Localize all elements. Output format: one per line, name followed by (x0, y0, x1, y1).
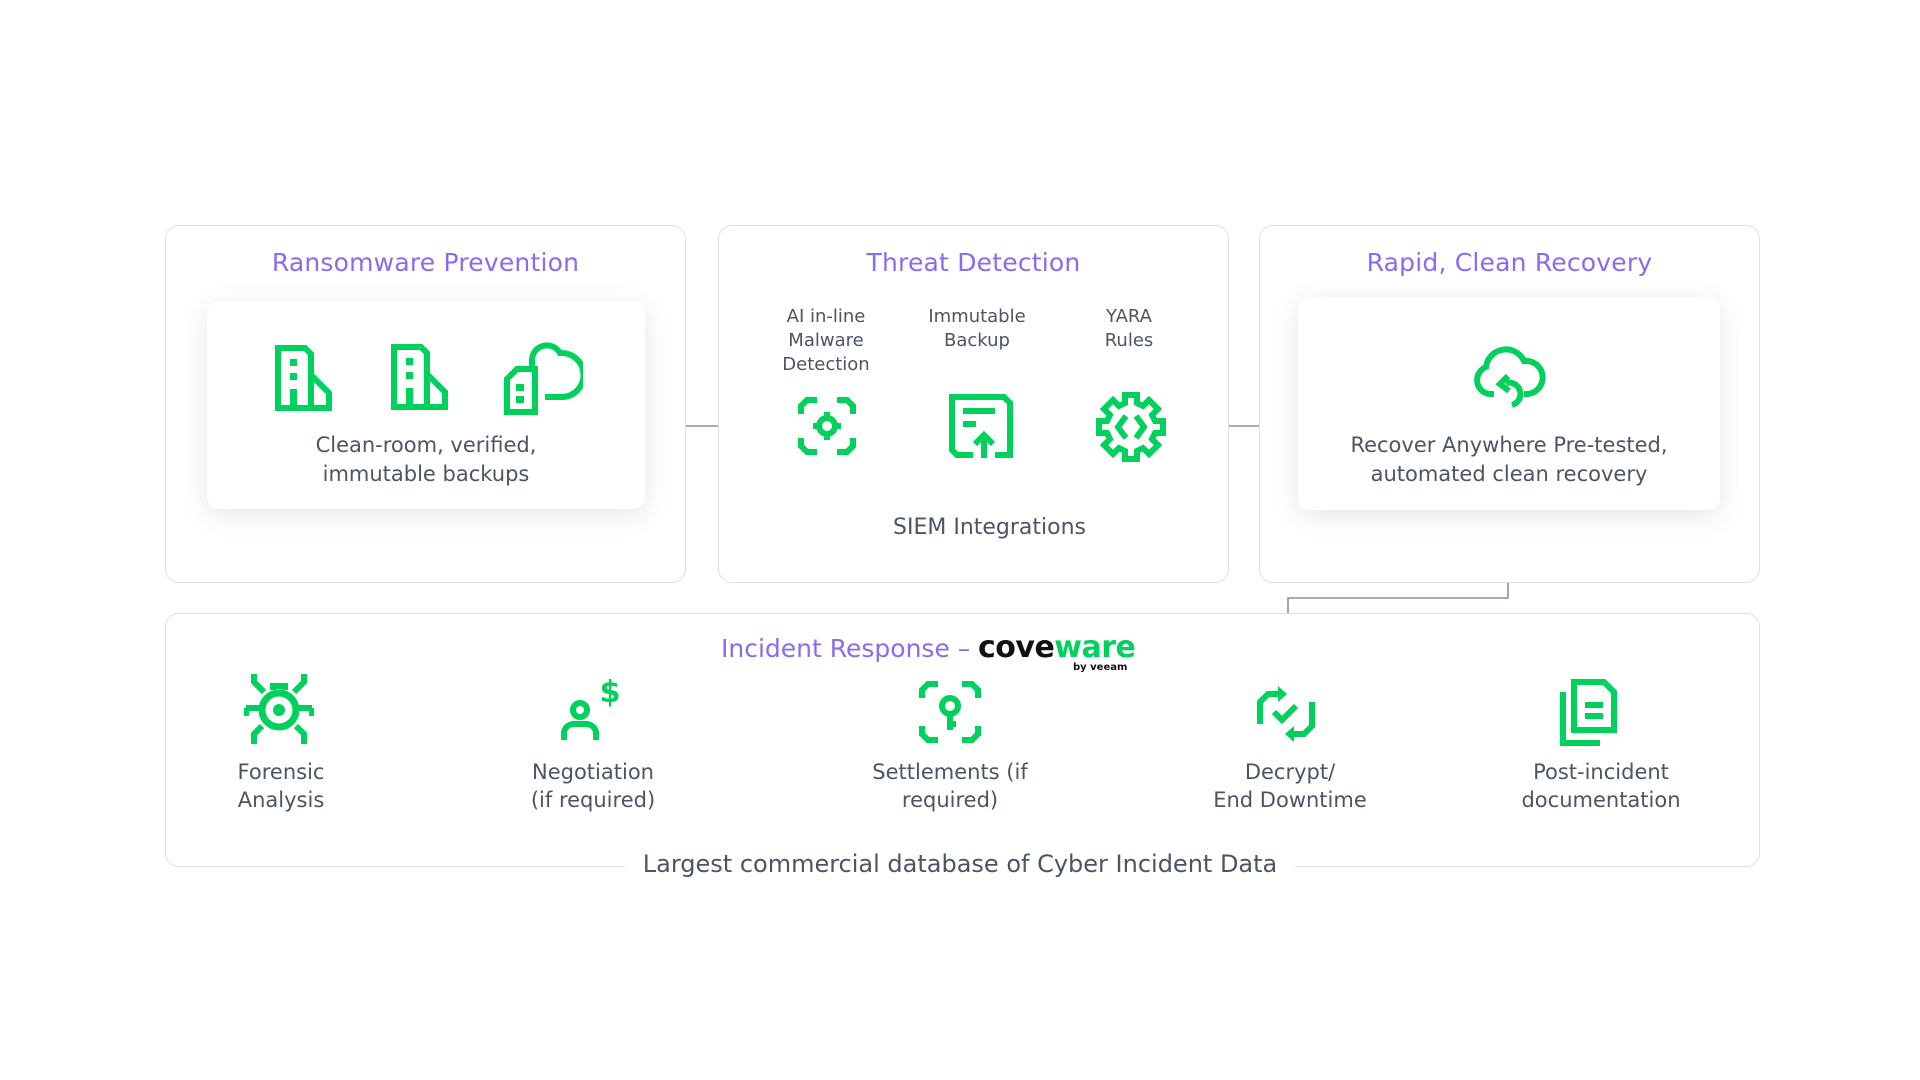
building-icon (391, 344, 448, 410)
building-icon (275, 345, 332, 411)
scan-target-icon (798, 397, 856, 455)
detection-label-yara: YARA Rules (1104, 306, 1154, 351)
svg-text:$: $ (600, 675, 621, 710)
incident-caption: Largest commercial database of Cyber Inc… (0, 850, 1920, 878)
detection-title: Threat Detection (866, 248, 1081, 277)
sync-check-icon (1257, 686, 1315, 742)
prevention-text: Clean-room, verified, immutable backups (315, 433, 537, 486)
step-settlements-label: Settlements (if required) (872, 760, 1028, 812)
recovery-text: Recover Anywhere Pre-tested, automated c… (1350, 433, 1668, 486)
recovery-card: Recover Anywhere Pre-tested, automated c… (1298, 297, 1720, 510)
step-decrypt-label: Decrypt/End Downtime (1213, 760, 1367, 812)
cloud-building-icon (504, 342, 583, 415)
step-negotiation-label: Negotiation (if required) (530, 760, 656, 812)
prevention-card: Clean-room, verified, immutable backups (207, 301, 645, 509)
step-forensic-label: Forensic Analysis (237, 760, 325, 812)
incident-title: Incident Response – (721, 634, 971, 663)
key-scan-icon (919, 681, 981, 743)
recovery-title: Rapid, Clean Recovery (1366, 248, 1653, 277)
siem-integrations-label: SIEM Integrations (893, 515, 1087, 540)
detection-label-ai: AI in-line Malware Detection (782, 306, 870, 375)
by-veeam-label: by veeam (1073, 662, 1128, 673)
step-postincident-label: Post-incident documentation (1521, 760, 1681, 812)
backup-document-icon (949, 394, 1013, 458)
person-dollar-icon: $ (561, 675, 621, 740)
detection-label-backup: Immutable Backup (928, 306, 1026, 351)
cloud-recovery-icon (1474, 346, 1546, 408)
coveware-logo: coveware (978, 630, 1136, 665)
documents-icon (1560, 679, 1617, 746)
bug-icon (244, 674, 314, 744)
code-gear-icon (1096, 392, 1166, 462)
prevention-title: Ransomware Prevention (271, 248, 580, 277)
